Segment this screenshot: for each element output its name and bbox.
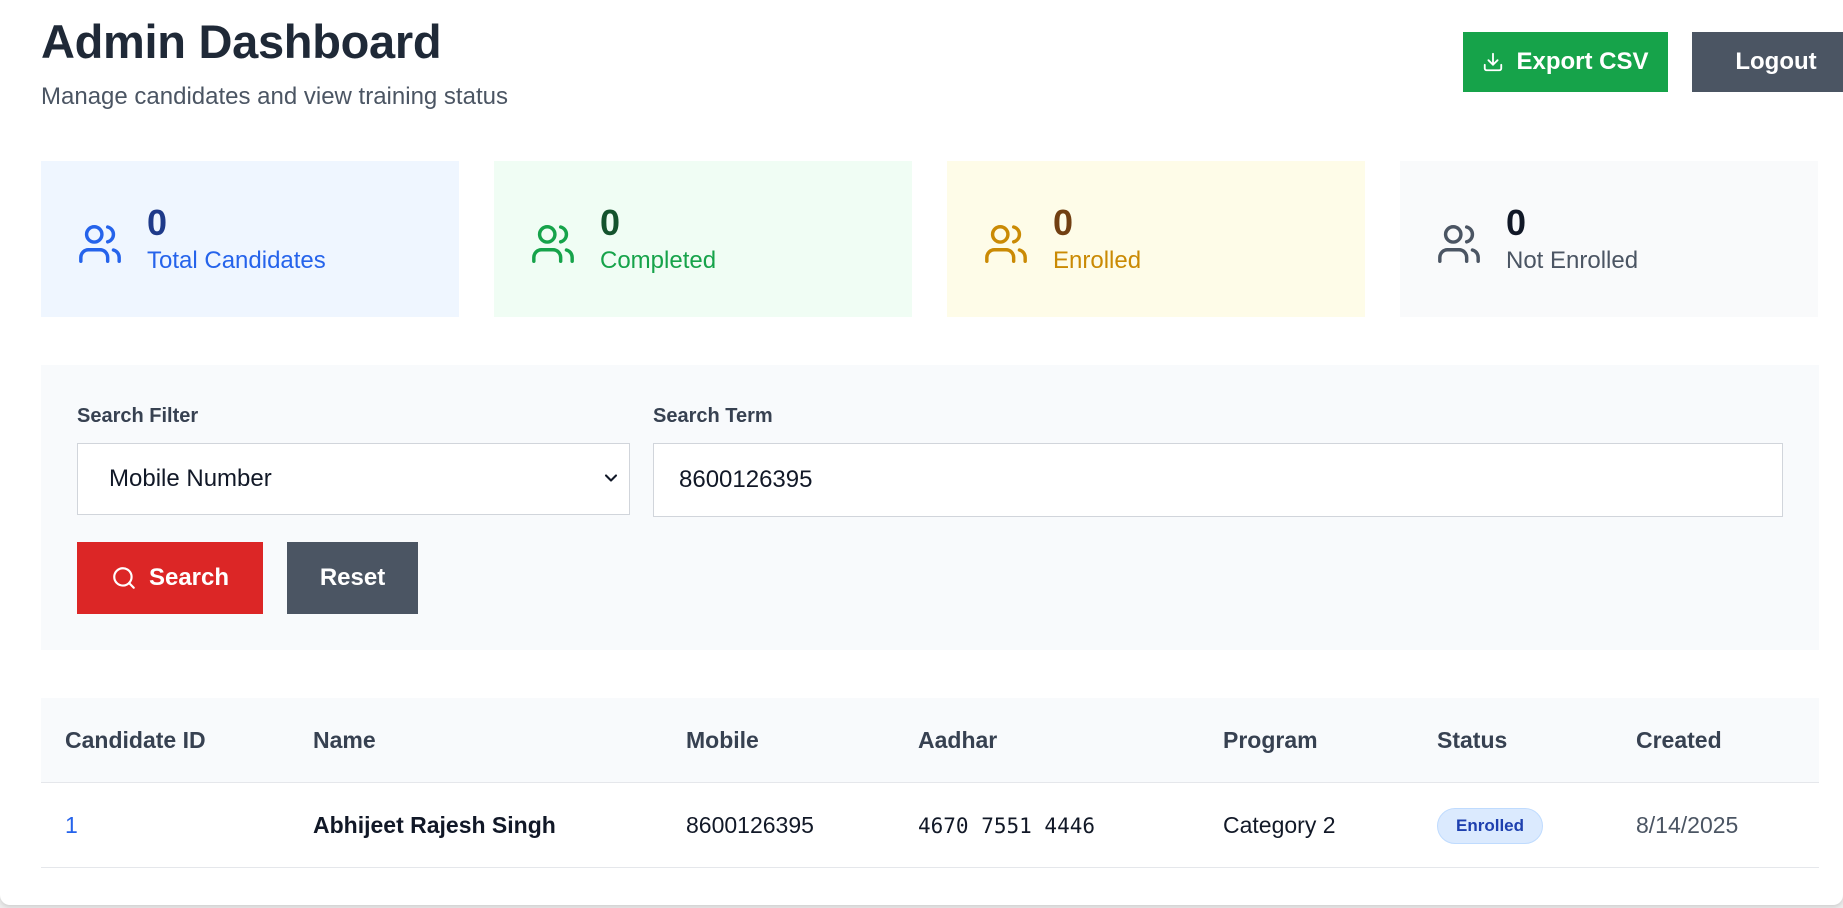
stat-label: Total Candidates xyxy=(147,247,326,274)
chevron-down-icon xyxy=(604,474,618,482)
logout-button[interactable]: Logout xyxy=(1692,32,1843,92)
reset-button-label: Reset xyxy=(319,564,386,591)
stat-card-not-enrolled: 0 Not Enrolled xyxy=(1400,161,1818,317)
search-panel: Search Filter Mobile Number Search Term … xyxy=(41,365,1819,650)
candidate-aadhar: 4670 7551 4446 xyxy=(918,813,1096,838)
stat-text: 0 Enrolled xyxy=(1053,201,1141,277)
stat-card-total-candidates: 0 Total Candidates xyxy=(41,161,459,317)
search-filter-value: Mobile Number xyxy=(109,465,272,492)
candidate-status-cell: Enrolled xyxy=(1437,783,1544,868)
search-term-value: 8600126395 xyxy=(679,466,813,493)
stat-label: Completed xyxy=(600,247,717,274)
stat-text: 0 Completed xyxy=(600,201,716,277)
users-icon xyxy=(79,225,121,263)
column-header-created: Created xyxy=(1636,727,1722,753)
stat-value: 0 xyxy=(1053,202,1074,243)
table-row[interactable]: 1 Abhijeet Rajesh Singh 8600126395 4670 … xyxy=(41,783,1819,868)
search-button[interactable]: Search xyxy=(77,542,263,614)
candidate-name: Abhijeet Rajesh Singh xyxy=(313,812,556,838)
search-term-label: Search Term xyxy=(653,405,773,427)
column-header-status: Status xyxy=(1437,727,1508,753)
logout-label: Logout xyxy=(1735,48,1817,75)
users-icon xyxy=(1438,225,1480,263)
page-subtitle: Manage candidates and view training stat… xyxy=(41,83,508,110)
stat-text: 0 Total Candidates xyxy=(147,201,326,277)
search-filter-label: Search Filter xyxy=(77,405,199,427)
candidate-created-date: 8/14/2025 xyxy=(1636,812,1739,838)
search-button-label: Search xyxy=(148,564,230,591)
export-csv-label: Export CSV xyxy=(1516,48,1649,75)
column-header-candidate-id: Candidate ID xyxy=(65,727,206,753)
search-filter-select[interactable]: Mobile Number xyxy=(77,443,630,515)
search-icon xyxy=(113,567,135,589)
reset-button[interactable]: Reset xyxy=(287,542,418,614)
stat-label: Not Enrolled xyxy=(1506,247,1639,274)
status-badge: Enrolled xyxy=(1437,807,1544,844)
column-header-name: Name xyxy=(313,727,376,753)
users-icon xyxy=(985,225,1027,263)
download-icon xyxy=(1484,52,1503,72)
candidate-mobile: 8600126395 xyxy=(686,812,814,838)
column-header-mobile: Mobile xyxy=(686,727,759,753)
stat-value: 0 xyxy=(600,202,621,243)
dashboard-panel: Admin Dashboard Manage candidates and vi… xyxy=(0,0,1843,905)
stat-text: 0 Not Enrolled xyxy=(1506,201,1638,277)
stat-value: 0 xyxy=(147,202,168,243)
candidate-program: Category 2 xyxy=(1223,812,1336,838)
stat-card-enrolled: 0 Enrolled xyxy=(947,161,1365,317)
column-header-aadhar: Aadhar xyxy=(918,727,998,753)
candidates-table: Candidate ID Name Mobile Aadhar Program … xyxy=(41,698,1819,868)
table-header-row: Candidate ID Name Mobile Aadhar Program … xyxy=(41,698,1819,783)
stat-label: Enrolled xyxy=(1053,247,1142,274)
stat-card-completed: 0 Completed xyxy=(494,161,912,317)
search-term-input[interactable]: 8600126395 xyxy=(653,443,1783,517)
column-header-program: Program xyxy=(1223,727,1318,753)
candidate-id-link[interactable]: 1 xyxy=(65,783,78,868)
stat-value: 0 xyxy=(1506,202,1527,243)
users-icon xyxy=(532,225,574,263)
export-csv-button[interactable]: Export CSV xyxy=(1463,32,1668,92)
page-title: Admin Dashboard xyxy=(41,15,442,68)
